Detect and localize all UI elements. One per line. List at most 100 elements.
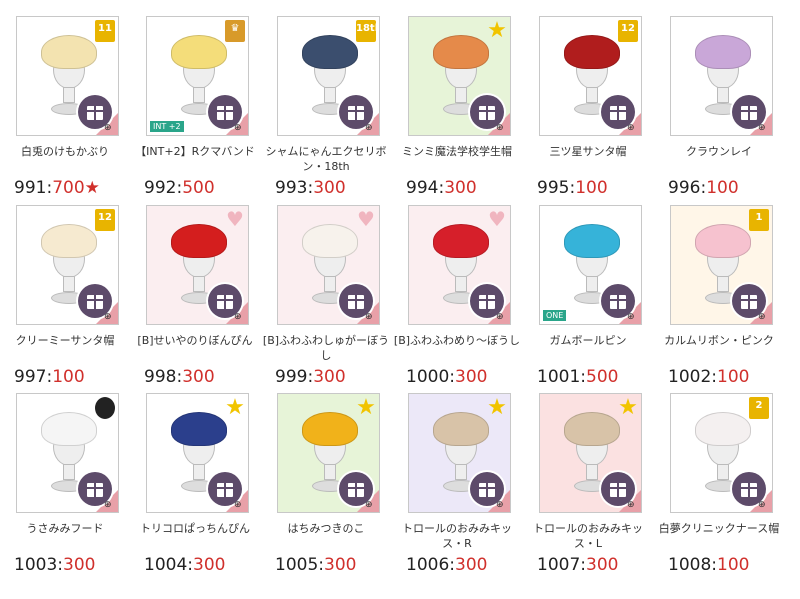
item-price: 1003:300: [14, 555, 95, 575]
price-value: 300: [182, 367, 215, 387]
item-thumbnail[interactable]: ⊕ ★: [277, 393, 380, 513]
item-card[interactable]: ⊕ ★ トロールのおみみキッス・L 1007:300: [523, 393, 653, 583]
item-price: 998:300: [144, 367, 215, 387]
zoom-icon[interactable]: ⊕: [104, 500, 116, 510]
item-card[interactable]: ⊕ ♥ [B]ふわふわしゅがーぼうし 999:300: [261, 205, 391, 395]
zoom-icon[interactable]: ⊕: [104, 123, 116, 133]
item-badge-icon: ♥: [357, 207, 375, 231]
item-name: 【INT+2】Rクマバンド: [135, 145, 255, 158]
item-card[interactable]: ⊕ ★ トリコロぱっちんぴん 1004:300: [130, 393, 260, 583]
hat-shape: [433, 412, 489, 446]
zoom-icon[interactable]: ⊕: [627, 500, 639, 510]
item-card[interactable]: ⊕ ONE ガムボールピン 1001:500: [523, 205, 653, 395]
item-thumbnail[interactable]: ⊕: [670, 16, 773, 136]
item-name: ガムボールピン: [549, 334, 627, 347]
item-card[interactable]: ⊕ 2 白夢クリニックナース帽 1008:100: [654, 393, 784, 583]
zoom-icon[interactable]: ⊕: [104, 312, 116, 322]
item-number: 993: [275, 178, 308, 198]
item-card[interactable]: ⊕ 12 クリーミーサンタ帽 997:100: [0, 205, 130, 395]
item-badge-icon: ♥: [488, 207, 506, 231]
item-card[interactable]: ⊕ 1 カルムリボン・ピンク 1002:100: [654, 205, 784, 395]
item-badge-icon: ★: [487, 18, 507, 43]
zoom-icon[interactable]: ⊕: [758, 500, 770, 510]
item-number: 1001: [537, 367, 581, 387]
item-card[interactable]: ⊕ 12 三ツ星サンタ帽 995:100: [523, 16, 653, 206]
zoom-icon[interactable]: ⊕: [758, 312, 770, 322]
zoom-icon[interactable]: ⊕: [365, 123, 377, 133]
item-price: 999:300: [275, 367, 346, 387]
price-value: 700: [52, 178, 85, 198]
zoom-icon[interactable]: ⊕: [365, 500, 377, 510]
price-value: 300: [586, 555, 619, 575]
price-value: 500: [586, 367, 619, 387]
item-thumbnail[interactable]: ⊕ ★: [539, 393, 642, 513]
item-name: トロールのおみみキッス・R: [402, 522, 512, 550]
zoom-icon[interactable]: ⊕: [365, 312, 377, 322]
item-thumbnail[interactable]: ⊕ 12: [539, 16, 642, 136]
zoom-icon[interactable]: ⊕: [496, 500, 508, 510]
item-number: 996: [668, 178, 701, 198]
hat-shape: [695, 35, 751, 69]
item-thumbnail[interactable]: ⊕ ★: [408, 393, 511, 513]
zoom-icon[interactable]: ⊕: [627, 123, 639, 133]
item-thumbnail[interactable]: ⊕ ★: [408, 16, 511, 136]
item-price: 1008:100: [668, 555, 749, 575]
item-price: 1005:300: [275, 555, 356, 575]
item-card[interactable]: ⊕ ♛ INT +2 【INT+2】Rクマバンド 992:500: [130, 16, 260, 206]
item-number: 1003: [14, 555, 58, 575]
price-value: 300: [455, 367, 488, 387]
zoom-icon[interactable]: ⊕: [234, 312, 246, 322]
item-thumbnail[interactable]: ⊕ 18th: [277, 16, 380, 136]
price-value: 500: [182, 178, 215, 198]
item-thumbnail[interactable]: ⊕ 12: [16, 205, 119, 325]
hat-shape: [41, 224, 97, 258]
price-value: 300: [313, 367, 346, 387]
item-card[interactable]: ⊕ ♥ [B]ふわふわめり〜ぼうし 1000:300: [392, 205, 522, 395]
price-value: 100: [575, 178, 608, 198]
item-badge-icon: 11: [95, 20, 115, 42]
item-thumbnail[interactable]: ⊕ 1: [670, 205, 773, 325]
item-thumbnail[interactable]: ⊕ ★: [146, 393, 249, 513]
hat-shape: [695, 224, 751, 258]
item-thumbnail[interactable]: ⊕ ♥: [408, 205, 511, 325]
price-value: 100: [52, 367, 85, 387]
price-value: 100: [717, 367, 750, 387]
item-card[interactable]: ⊕ うさみみフード 1003:300: [0, 393, 130, 583]
item-name: うさみみフード: [26, 522, 104, 535]
item-tag: INT +2: [150, 121, 184, 132]
zoom-icon[interactable]: ⊕: [496, 123, 508, 133]
zoom-icon[interactable]: ⊕: [496, 312, 508, 322]
price-value: 300: [444, 178, 477, 198]
item-thumbnail[interactable]: ⊕ ♥: [277, 205, 380, 325]
hat-shape: [302, 35, 358, 69]
price-value: 300: [313, 178, 346, 198]
item-thumbnail[interactable]: ⊕: [16, 393, 119, 513]
item-card[interactable]: ⊕ ★ トロールのおみみキッス・R 1006:300: [392, 393, 522, 583]
item-thumbnail[interactable]: ⊕ ONE: [539, 205, 642, 325]
item-thumbnail[interactable]: ⊕ ♛ INT +2: [146, 16, 249, 136]
item-thumbnail[interactable]: ⊕ ♥: [146, 205, 249, 325]
item-name: カルムリボン・ピンク: [664, 334, 774, 347]
zoom-icon[interactable]: ⊕: [234, 123, 246, 133]
item-grid: ⊕ 11 白兎のけもかぶり 991:700★ ⊕ ♛ INT +2 【INT+2】…: [0, 0, 800, 599]
item-card[interactable]: ⊕ 11 白兎のけもかぶり 991:700★: [0, 16, 130, 206]
item-price: 995:100: [537, 178, 608, 198]
hat-shape: [433, 224, 489, 258]
item-number: 1007: [537, 555, 581, 575]
price-value: 300: [193, 555, 226, 575]
item-number: 1000: [406, 367, 450, 387]
item-card[interactable]: ⊕ ★ はちみつきのこ 1005:300: [261, 393, 391, 583]
item-thumbnail[interactable]: ⊕ 2: [670, 393, 773, 513]
item-card[interactable]: ⊕ ★ ミンミ魔法学校学生帽 994:300: [392, 16, 522, 206]
item-thumbnail[interactable]: ⊕ 11: [16, 16, 119, 136]
item-name: トロールのおみみキッス・L: [533, 522, 643, 550]
price-suffix: ★: [84, 178, 100, 198]
item-price: 993:300: [275, 178, 346, 198]
zoom-icon[interactable]: ⊕: [234, 500, 246, 510]
zoom-icon[interactable]: ⊕: [627, 312, 639, 322]
item-card[interactable]: ⊕ ♥ [B]せいやのりぼんぴん 998:300: [130, 205, 260, 395]
zoom-icon[interactable]: ⊕: [758, 123, 770, 133]
item-card[interactable]: ⊕ 18th シャムにゃんエクセリボン・18th 993:300: [261, 16, 391, 206]
item-card[interactable]: ⊕ クラウンレイ 996:100: [654, 16, 784, 206]
item-name: ミンミ魔法学校学生帽: [402, 145, 512, 158]
